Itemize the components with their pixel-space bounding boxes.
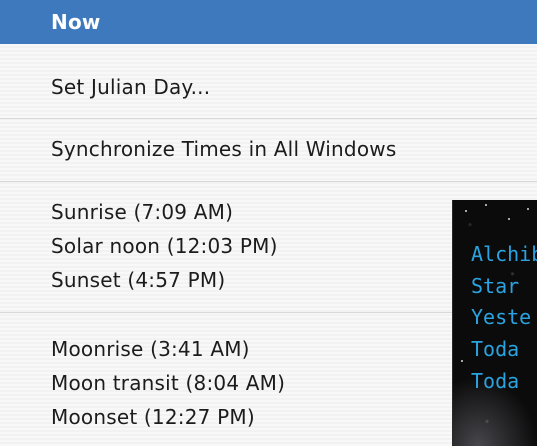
menu-separator — [0, 181, 537, 182]
menu-separator — [0, 118, 537, 119]
menu-item-synchronize-times[interactable]: Synchronize Times in All Windows — [0, 135, 537, 163]
star-dot — [508, 218, 510, 220]
background-sky-window: Alchib Star Yeste Toda Toda — [452, 200, 537, 446]
sky-info-line: Yeste — [471, 305, 532, 329]
sky-glow — [453, 376, 537, 446]
sky-info-line: Star — [471, 274, 520, 298]
star-dot — [485, 204, 487, 206]
menu-item-now[interactable]: Now — [0, 0, 537, 44]
star-dot — [527, 208, 529, 210]
menu-item-set-julian-day[interactable]: Set Julian Day... — [0, 73, 537, 101]
star-dot — [465, 210, 467, 212]
sky-info-line: Alchib — [471, 242, 537, 266]
star-dot — [461, 360, 463, 362]
sky-info-line: Toda — [471, 337, 520, 361]
